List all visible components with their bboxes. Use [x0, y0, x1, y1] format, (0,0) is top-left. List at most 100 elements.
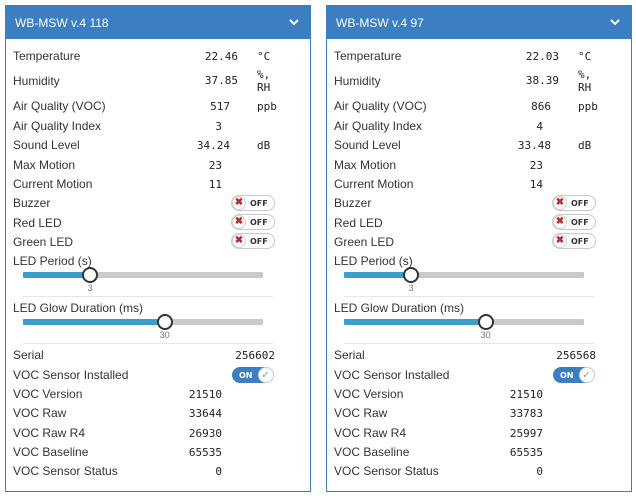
- device-panel: WB-MSW v.4 97 Temperature 22.03 °C Humid…: [326, 5, 632, 492]
- slider-fill: [23, 319, 165, 325]
- led-period-value: 3: [408, 283, 414, 293]
- voc-version-value: 21510: [188, 388, 222, 401]
- humidity-value: 37.85: [204, 74, 238, 87]
- voc-raw-r4-value: 26930: [188, 427, 222, 440]
- close-icon: ✖: [232, 234, 246, 248]
- led-period-label: LED Period (s): [13, 254, 92, 268]
- sound-level-label: Sound Level: [334, 138, 401, 152]
- close-icon: ✖: [553, 196, 567, 210]
- voc-raw-r4-label: VOC Raw R4: [334, 426, 407, 440]
- device-panel: WB-MSW v.4 118 Temperature 22.46 °C Humi…: [5, 5, 311, 492]
- temperature-label: Temperature: [334, 49, 402, 63]
- sound-level-unit: dB: [578, 139, 592, 152]
- close-icon: ✖: [232, 215, 246, 229]
- air-quality-voc-unit: ppb: [578, 100, 598, 113]
- slider-fill: [344, 272, 412, 278]
- voc-raw-label: VOC Raw: [13, 406, 67, 420]
- toggle-state: OFF: [250, 217, 268, 227]
- chevron-down-icon[interactable]: [607, 16, 623, 30]
- led-glow-slider[interactable]: [344, 314, 584, 330]
- check-icon: ✓: [578, 367, 595, 383]
- humidity-unit: %, RH: [257, 68, 271, 94]
- led-glow-label: LED Glow Duration (ms): [334, 301, 465, 315]
- voc-status-value: 0: [215, 465, 222, 478]
- voc-raw-value: 33783: [509, 407, 543, 420]
- humidity-value: 38.39: [525, 74, 559, 87]
- air-quality-voc-value: 866: [531, 100, 551, 113]
- sound-level-label: Sound Level: [13, 138, 80, 152]
- toggle-state: OFF: [571, 198, 589, 208]
- toggle-state: OFF: [250, 236, 268, 246]
- green-led-toggle[interactable]: ✖ OFF: [231, 233, 275, 249]
- led-period-value: 3: [87, 283, 93, 293]
- led-glow-value: 30: [480, 330, 491, 340]
- buzzer-label: Buzzer: [13, 196, 51, 210]
- max-motion-value: 23: [208, 159, 222, 172]
- sound-level-value: 33.48: [517, 139, 551, 152]
- led-period-label: LED Period (s): [334, 254, 413, 268]
- temperature-unit: °C: [257, 50, 271, 63]
- air-quality-index-value: 3: [215, 120, 222, 133]
- green-led-label: Green LED: [13, 235, 74, 249]
- slider-fill: [344, 319, 486, 325]
- air-quality-index-label: Air Quality Index: [13, 119, 102, 133]
- voc-version-label: VOC Version: [334, 387, 404, 401]
- voc-raw-value: 33644: [188, 407, 222, 420]
- led-period-slider[interactable]: [344, 267, 584, 283]
- buzzer-toggle[interactable]: ✖ OFF: [231, 195, 275, 211]
- voc-baseline-label: VOC Baseline: [13, 445, 89, 459]
- chevron-down-icon[interactable]: [286, 16, 302, 30]
- air-quality-voc-label: Air Quality (VOC): [334, 99, 427, 113]
- air-quality-index-label: Air Quality Index: [334, 119, 423, 133]
- temperature-unit: °C: [578, 50, 592, 63]
- green-led-toggle[interactable]: ✖ OFF: [552, 233, 596, 249]
- buzzer-toggle[interactable]: ✖ OFF: [552, 195, 596, 211]
- air-quality-voc-unit: ppb: [257, 100, 277, 113]
- divider: [344, 343, 594, 344]
- panel-header[interactable]: WB-MSW v.4 118: [6, 6, 310, 39]
- air-quality-voc-value: 517: [210, 100, 230, 113]
- red-led-toggle[interactable]: ✖ OFF: [552, 214, 596, 230]
- close-icon: ✖: [553, 234, 567, 248]
- panel-header[interactable]: WB-MSW v.4 97: [327, 6, 631, 39]
- voc-raw-label: VOC Raw: [334, 406, 388, 420]
- buzzer-label: Buzzer: [334, 196, 372, 210]
- voc-raw-r4-value: 25997: [509, 427, 543, 440]
- voc-raw-r4-label: VOC Raw R4: [13, 426, 86, 440]
- red-led-toggle[interactable]: ✖ OFF: [231, 214, 275, 230]
- slider-handle[interactable]: [82, 267, 99, 283]
- close-icon: ✖: [232, 196, 246, 210]
- sound-level-unit: dB: [257, 139, 271, 152]
- voc-installed-label: VOC Sensor Installed: [13, 368, 129, 382]
- panel-body: Temperature 22.03 °C Humidity 38.39 %, RH…: [327, 39, 631, 491]
- humidity-unit: %, RH: [578, 68, 592, 94]
- check-icon: ✓: [257, 367, 274, 383]
- voc-version-label: VOC Version: [13, 387, 83, 401]
- current-motion-value: 11: [208, 178, 222, 191]
- voc-baseline-value: 65535: [509, 446, 543, 459]
- current-motion-label: Current Motion: [334, 177, 414, 191]
- led-glow-value: 30: [159, 330, 170, 340]
- current-motion-label: Current Motion: [13, 177, 93, 191]
- temperature-value: 22.03: [525, 50, 559, 63]
- serial-value: 256602: [235, 349, 275, 362]
- led-period-slider[interactable]: [23, 267, 263, 283]
- air-quality-voc-label: Air Quality (VOC): [13, 99, 106, 113]
- voc-installed-toggle[interactable]: ON ✓: [232, 367, 274, 383]
- voc-installed-label: VOC Sensor Installed: [334, 368, 450, 382]
- close-icon: ✖: [553, 215, 567, 229]
- max-motion-label: Max Motion: [13, 158, 76, 172]
- red-led-label: Red LED: [13, 216, 62, 230]
- voc-baseline-value: 65535: [188, 446, 222, 459]
- voc-status-label: VOC Sensor Status: [13, 464, 118, 478]
- led-glow-slider[interactable]: [23, 314, 263, 330]
- led-glow-label: LED Glow Duration (ms): [13, 301, 144, 315]
- divider: [23, 296, 273, 297]
- slider-handle[interactable]: [403, 267, 420, 283]
- slider-handle[interactable]: [156, 314, 173, 330]
- voc-installed-toggle[interactable]: ON ✓: [553, 367, 595, 383]
- slider-handle[interactable]: [477, 314, 494, 330]
- humidity-label: Humidity: [13, 74, 60, 88]
- current-motion-value: 14: [529, 178, 543, 191]
- max-motion-value: 23: [529, 159, 543, 172]
